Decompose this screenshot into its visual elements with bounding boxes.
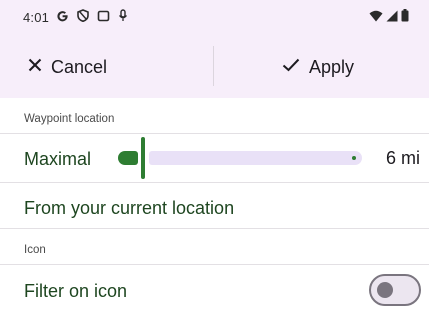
slider-active-track — [118, 151, 138, 165]
signal-icon — [386, 9, 398, 27]
distance-slider[interactable] — [118, 137, 364, 179]
toggle-knob — [377, 282, 393, 298]
slider-stop-indicator — [352, 156, 356, 160]
from-current-location-option[interactable]: From your current location — [24, 198, 234, 219]
divider-line — [0, 182, 429, 183]
status-icons-left — [56, 9, 128, 27]
battery-icon — [401, 9, 409, 27]
close-icon — [28, 58, 42, 77]
google-g-icon — [56, 9, 69, 27]
cancel-label: Cancel — [51, 56, 108, 77]
status-bar: 4:01 — [0, 0, 429, 30]
shield-icon — [77, 9, 89, 27]
cancel-button[interactable]: Cancel — [28, 44, 107, 90]
action-bar: Cancel Apply — [0, 44, 429, 90]
status-icons-right — [369, 9, 409, 27]
filter-on-icon-label: Filter on icon — [24, 281, 128, 301]
check-icon — [282, 58, 300, 77]
divider-line — [0, 228, 429, 229]
top-bar: 4:01 Cancel Apply — [0, 0, 429, 98]
slider-value: 6 mi — [385, 148, 420, 168]
action-divider — [213, 46, 214, 86]
slider-thumb[interactable] — [141, 137, 145, 179]
status-time: 4:01 — [23, 10, 50, 25]
mic-icon — [118, 9, 128, 27]
section-header-icon: Icon — [24, 244, 46, 256]
screen-icon — [97, 9, 110, 27]
section-header-waypoint: Waypoint location — [24, 113, 115, 125]
slider-inactive-track — [149, 151, 362, 165]
maximal-label: Maximal — [24, 149, 92, 169]
apply-button[interactable]: Apply — [282, 44, 354, 90]
wifi-icon — [369, 9, 383, 27]
divider-line — [0, 264, 429, 265]
apply-label: Apply — [309, 56, 355, 77]
filter-on-icon-toggle[interactable] — [369, 274, 421, 306]
divider-line — [0, 133, 429, 134]
